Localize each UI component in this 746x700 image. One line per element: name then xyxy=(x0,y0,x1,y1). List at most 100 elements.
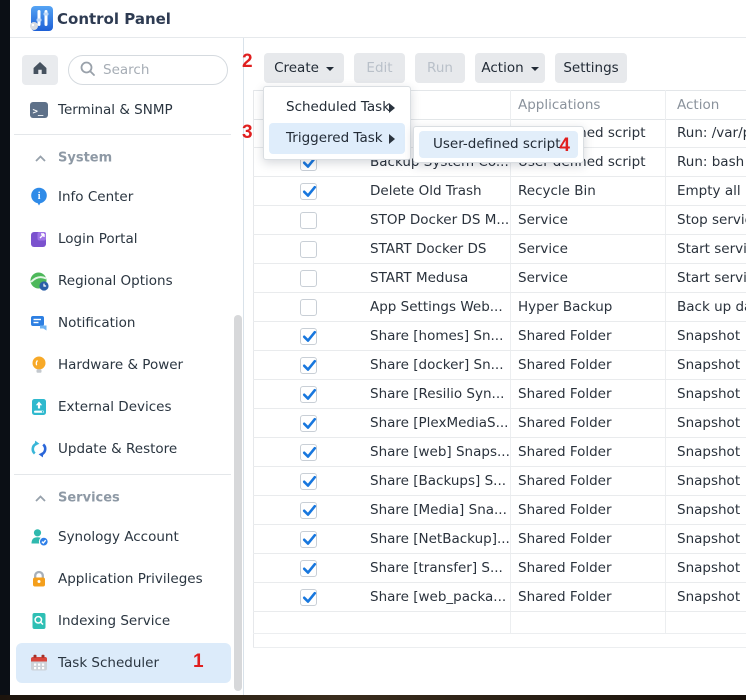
task-name-cell: START Docker DS xyxy=(370,241,486,257)
annotation-4: 4 xyxy=(559,133,570,158)
task-name-cell: Share [homes] Sn... xyxy=(370,328,503,344)
applications-cell: Shared Folder xyxy=(518,502,612,518)
button-label: Settings xyxy=(563,60,618,76)
table-row[interactable]: Delete Old TrashRecycle BinEmpty all R xyxy=(253,177,746,206)
table-row[interactable]: Share [web_packa...Shared FolderSnapshot xyxy=(253,583,746,612)
regional-options-icon xyxy=(28,270,50,292)
menu-item-triggered-task[interactable]: Triggered Task xyxy=(269,123,405,154)
action-cell: Snapshot xyxy=(677,502,740,518)
control-panel-icon xyxy=(26,4,56,38)
table-row[interactable]: Share [web] Snaps...Shared FolderSnapsho… xyxy=(253,438,746,467)
checkbox-unchecked[interactable] xyxy=(300,241,317,258)
sidebar-scrollbar[interactable] xyxy=(234,315,242,691)
checkbox-unchecked[interactable] xyxy=(300,270,317,287)
submenu-arrow-icon xyxy=(389,134,395,144)
edit-button[interactable]: Edit xyxy=(354,53,405,83)
svg-text:i: i xyxy=(38,191,41,202)
applications-cell: Shared Folder xyxy=(518,415,612,431)
sidebar-item-label: Info Center xyxy=(58,189,133,205)
applications-cell: Shared Folder xyxy=(518,386,612,402)
indexing-service-icon xyxy=(28,610,50,632)
table-row[interactable]: Share [docker] Sn...Shared FolderSnapsho… xyxy=(253,351,746,380)
sidebar-item-indexing-service[interactable]: Indexing Service xyxy=(10,600,243,642)
task-name-cell: Delete Old Trash xyxy=(370,183,482,199)
table-row[interactable]: App Settings Web...Hyper BackupBack up d… xyxy=(253,293,746,322)
sidebar: >_Terminal & SNMP System i Info Center Login… xyxy=(10,38,244,695)
notification-icon xyxy=(28,312,50,334)
sidebar-item-update-restore[interactable]: Update & Restore xyxy=(10,428,243,470)
action-cell: Snapshot xyxy=(677,589,740,605)
sidebar-item-notification[interactable]: Notification xyxy=(10,302,243,344)
sidebar-item-label: Synology Account xyxy=(58,529,179,545)
chevron-down-icon xyxy=(531,67,539,71)
action-cell: Snapshot xyxy=(677,531,740,547)
menu-item-label: Scheduled Task xyxy=(286,99,390,115)
action-cell: Start servic xyxy=(677,270,746,286)
submenu-item-user-defined-script[interactable]: User-defined script4 xyxy=(419,131,578,158)
table-row[interactable]: START Docker DSServiceStart servic xyxy=(253,235,746,264)
table-row[interactable]: START MedusaServiceStart servic xyxy=(253,264,746,293)
checkbox-checked[interactable] xyxy=(300,386,317,403)
sidebar-item-label: Indexing Service xyxy=(58,613,170,629)
sidebar-section-system[interactable]: System xyxy=(10,140,243,176)
action-cell: Snapshot xyxy=(677,328,740,344)
page-title: Control Panel xyxy=(57,10,171,28)
sidebar-item-application-privileges[interactable]: Application Privileges xyxy=(10,558,243,600)
sidebar-section-services[interactable]: Services xyxy=(10,480,243,516)
sidebar-item-info-center[interactable]: i Info Center xyxy=(10,176,243,218)
button-label: Action xyxy=(481,60,523,76)
action-cell: Back up da xyxy=(677,299,746,315)
home-button[interactable] xyxy=(22,55,58,85)
settings-button[interactable]: Settings xyxy=(555,53,627,83)
checkbox-checked[interactable] xyxy=(300,589,317,606)
applications-cell: Service xyxy=(518,212,568,228)
checkbox-checked[interactable] xyxy=(300,183,317,200)
table-row[interactable]: Share [PlexMediaS...Shared FolderSnapsho… xyxy=(253,409,746,438)
search-input[interactable] xyxy=(103,62,213,78)
terminal-icon: >_ xyxy=(28,99,50,121)
sidebar-item-task-scheduler[interactable]: Task Scheduler xyxy=(10,642,243,684)
action-cell: Start servic xyxy=(677,241,746,257)
table-row[interactable]: Share [Resilio Syn...Shared FolderSnapsh… xyxy=(253,380,746,409)
control-panel-window: Control Panel >_Terminal & SNMP System i In… xyxy=(10,0,746,695)
table-row[interactable]: Share [homes] Sn...Shared FolderSnapshot xyxy=(253,322,746,351)
sidebar-item-login-portal[interactable]: Login Portal xyxy=(10,218,243,260)
home-icon xyxy=(31,59,49,81)
sidebar-item-regional-options[interactable]: Regional Options xyxy=(10,260,243,302)
checkbox-unchecked[interactable] xyxy=(300,212,317,229)
table-row[interactable]: Share [transfer] S...Shared FolderSnapsh… xyxy=(253,554,746,583)
action-button[interactable]: Action xyxy=(475,53,545,83)
table-row[interactable]: Share [NetBackup]...Shared FolderSnapsho… xyxy=(253,525,746,554)
checkbox-checked[interactable] xyxy=(300,473,317,490)
search-box[interactable] xyxy=(68,55,228,85)
create-button[interactable]: Create xyxy=(264,53,344,83)
sidebar-item-terminal-snmp[interactable]: >_Terminal & SNMP xyxy=(10,90,243,130)
sidebar-item-synology-account[interactable]: Synology Account xyxy=(10,516,243,558)
action-cell: Snapshot xyxy=(677,415,740,431)
sidebar-item-external-devices[interactable]: External Devices xyxy=(10,386,243,428)
task-name-cell: Share [web] Snaps... xyxy=(370,444,510,460)
applications-cell: Hyper Backup xyxy=(518,299,612,315)
action-cell: Snapshot xyxy=(677,357,740,373)
table-row[interactable]: Share [Media] Sna...Shared FolderSnapsho… xyxy=(253,496,746,525)
menu-item-label: Triggered Task xyxy=(286,130,383,146)
checkbox-checked[interactable] xyxy=(300,415,317,432)
run-button[interactable]: Run xyxy=(415,53,465,83)
menu-item-scheduled-task[interactable]: Scheduled Task xyxy=(269,92,405,123)
table-row[interactable]: STOP Docker DS M...ServiceStop servic xyxy=(253,206,746,235)
checkbox-checked[interactable] xyxy=(300,328,317,345)
sidebar-item-label: Notification xyxy=(58,315,135,331)
action-cell: Run: bash / xyxy=(677,154,746,170)
sidebar-section-label: System xyxy=(58,151,112,166)
sidebar-list: >_Terminal & SNMP System i Info Center Login… xyxy=(10,90,243,684)
sidebar-item-hardware-power[interactable]: Hardware & Power xyxy=(10,344,243,386)
checkbox-checked[interactable] xyxy=(300,531,317,548)
checkbox-checked[interactable] xyxy=(300,560,317,577)
checkbox-checked[interactable] xyxy=(300,502,317,519)
checkbox-unchecked[interactable] xyxy=(300,299,317,316)
checkbox-checked[interactable] xyxy=(300,357,317,374)
table-row[interactable]: Share [Backups] S...Shared FolderSnapsho… xyxy=(253,467,746,496)
checkbox-checked[interactable] xyxy=(300,444,317,461)
annotation-3: 3 xyxy=(242,122,253,144)
task-name-cell: Share [Resilio Syn... xyxy=(370,386,504,402)
